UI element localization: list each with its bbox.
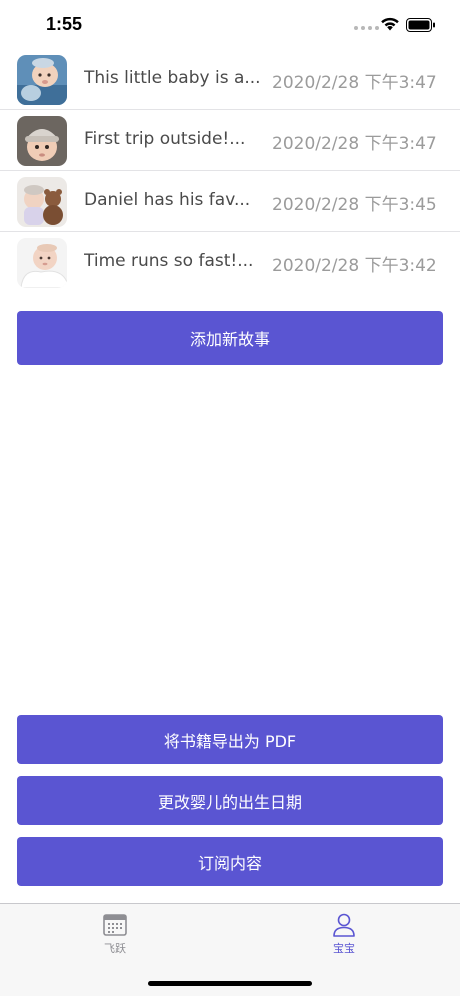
export-pdf-button[interactable]: 将书籍导出为 PDF: [17, 715, 443, 764]
change-birthdate-button[interactable]: 更改婴儿的出生日期: [17, 776, 443, 825]
baby-teddy-photo-icon: [17, 177, 67, 227]
story-list: This little baby is a... 2020/2/28 下午3:4…: [0, 49, 460, 293]
story-title: Daniel has his fav...: [84, 190, 251, 210]
story-title: First trip outside!...: [84, 129, 246, 149]
status-bar: 1:55: [0, 0, 460, 50]
person-icon: [333, 913, 355, 937]
wifi-icon: [381, 17, 399, 31]
tab-label: 飞跃: [104, 942, 126, 955]
status-time: 1:55: [46, 14, 83, 34]
story-date: 2020/2/28 下午3:47: [272, 73, 437, 93]
baby-photo-icon: [17, 55, 67, 105]
story-row[interactable]: First trip outside!... 2020/2/28 下午3:47: [0, 110, 460, 171]
story-date: 2020/2/28 下午3:42: [272, 256, 437, 276]
add-story-button[interactable]: 添加新故事: [17, 311, 443, 365]
tab-label: 宝宝: [333, 942, 355, 955]
newborn-photo-icon: [17, 238, 67, 288]
tab-baby[interactable]: 宝宝: [314, 912, 374, 956]
story-date: 2020/2/28 下午3:47: [272, 134, 437, 154]
signal-dots-icon: [354, 26, 379, 30]
home-indicator[interactable]: [148, 981, 312, 986]
calendar-icon: [103, 914, 127, 936]
story-row[interactable]: Time runs so fast!... 2020/2/28 下午3:42: [0, 232, 460, 293]
story-row[interactable]: Daniel has his fav... 2020/2/28 下午3:45: [0, 171, 460, 232]
story-title: Time runs so fast!...: [84, 251, 254, 271]
story-row[interactable]: This little baby is a... 2020/2/28 下午3:4…: [0, 49, 460, 110]
subscribe-button[interactable]: 订阅内容: [17, 837, 443, 886]
story-title: This little baby is a...: [84, 68, 261, 88]
tab-leap[interactable]: 飞跃: [85, 912, 145, 956]
battery-icon: [406, 18, 435, 32]
story-date: 2020/2/28 下午3:45: [272, 195, 437, 215]
baby-hat-photo-icon: [17, 116, 67, 166]
